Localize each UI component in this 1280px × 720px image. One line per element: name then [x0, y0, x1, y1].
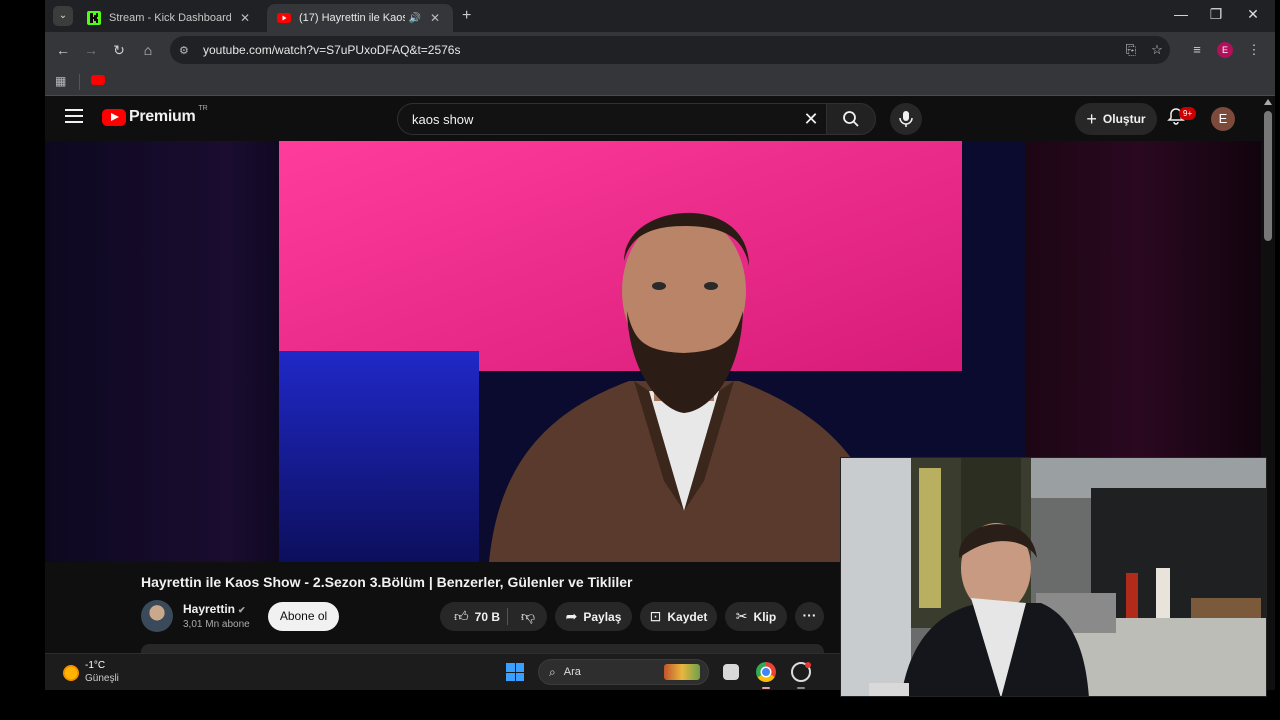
channel-avatar[interactable]: [141, 600, 173, 632]
youtube-premium-logo[interactable]: Premium TR: [102, 104, 208, 126]
back-icon[interactable]: ←: [53, 40, 73, 60]
tab-title: Stream - Kick Dashboard: [109, 12, 231, 24]
sun-icon[interactable]: [63, 665, 79, 681]
youtube-icon: [277, 13, 291, 23]
country-code: TR: [198, 104, 208, 112]
notification-dot: [805, 662, 811, 668]
tab-title: (17) Hayrettin ile Kaos Show: [299, 12, 405, 24]
search-query: kaos show: [412, 111, 474, 127]
verified-icon: ✔: [238, 605, 246, 615]
like-button[interactable]: 👍︎ 70 B: [448, 602, 506, 631]
weather-condition[interactable]: Güneşli: [85, 673, 119, 684]
share-icon: ➦: [565, 608, 578, 624]
video-title: Hayrettin ile Kaos Show - 2.Sezon 3.Bölü…: [141, 574, 633, 590]
media-control-icon[interactable]: ≡: [1187, 40, 1207, 60]
speaker-icon[interactable]: 🔊: [409, 13, 421, 24]
url-text: youtube.com/watch?v=S7uPUxoDFAQ&t=2576s: [203, 43, 461, 57]
browser-toolbar: ← → ↻ ⌂ ⚙ youtube.com/watch?v=S7uPUxoDFA…: [45, 32, 1275, 68]
webcam-overlay: [840, 457, 1267, 697]
tab-strip: ⌄ Stream - Kick Dashboard ✕ (17) Hayrett…: [45, 0, 1275, 32]
search-icon: [843, 111, 859, 127]
search-icon: ⌕: [549, 664, 556, 679]
more-actions-icon[interactable]: ···: [795, 602, 824, 631]
active-indicator: [762, 687, 770, 689]
notification-badge: 9+: [1179, 107, 1197, 120]
voice-search-button[interactable]: [890, 103, 922, 135]
close-icon[interactable]: ✕: [427, 11, 443, 25]
share-button[interactable]: ➦ Paylaş: [555, 602, 632, 631]
channel-name[interactable]: Hayrettin: [183, 602, 235, 616]
create-button[interactable]: + Oluştur: [1075, 103, 1157, 135]
hamburger-menu-icon[interactable]: [65, 109, 83, 127]
youtube-play-icon: [102, 108, 126, 126]
bookmark-icon: ⊡: [649, 608, 662, 624]
taskbar-search-label: Ara: [563, 666, 581, 678]
install-app-icon[interactable]: ⎘: [1121, 40, 1141, 60]
share-label: Paylaş: [583, 609, 622, 624]
window-close-icon[interactable]: ✕: [1235, 6, 1271, 23]
thumbs-down-icon: 👎︎: [520, 608, 536, 624]
desktop: ⌄ Stream - Kick Dashboard ✕ (17) Hayrett…: [0, 0, 1280, 720]
webcam-feed: [841, 458, 1266, 696]
subscribe-button[interactable]: Abone ol: [268, 602, 339, 631]
minimize-icon[interactable]: —: [1163, 6, 1199, 22]
file-explorer-icon[interactable]: [723, 664, 739, 680]
kick-icon: [87, 11, 101, 25]
dislike-button[interactable]: 👎︎: [512, 602, 544, 631]
clip-button[interactable]: ✂ Klip: [725, 602, 787, 631]
subscriber-count: 3,01 Mn abone: [183, 619, 250, 630]
home-icon[interactable]: ⌂: [138, 40, 158, 60]
bookmark-star-icon[interactable]: ☆: [1147, 40, 1167, 60]
clip-label: Klip: [753, 609, 777, 624]
menu-kebab-icon[interactable]: ⋮: [1244, 40, 1264, 60]
tab-kick-dashboard[interactable]: Stream - Kick Dashboard ✕: [77, 4, 263, 32]
scroll-up-arrow-icon[interactable]: [1264, 99, 1272, 105]
windows-taskbar: -1°C Güneşli ⌕ Ara: [45, 653, 840, 690]
logo-text: Premium: [129, 108, 196, 125]
tab-search-button[interactable]: ⌄: [53, 6, 73, 26]
save-button[interactable]: ⊡ Kaydet: [640, 602, 717, 631]
bookmarks-bar: ▦: [45, 68, 1275, 96]
account-avatar[interactable]: E: [1211, 107, 1235, 131]
site-info-icon[interactable]: ⚙: [179, 44, 197, 57]
thumbs-up-icon: 👍︎: [454, 608, 469, 624]
plus-icon: +: [1086, 108, 1097, 129]
forward-icon[interactable]: →: [81, 40, 101, 60]
chrome-icon[interactable]: [756, 662, 776, 682]
divider: [507, 608, 508, 625]
running-indicator: [797, 687, 805, 689]
youtube-bookmark-icon[interactable]: [91, 75, 105, 85]
windows-start-icon[interactable]: [506, 663, 524, 681]
temperature[interactable]: -1°C: [85, 660, 105, 671]
youtube-header: Premium TR kaos show ✕ + Oluştur 9+ E: [45, 97, 1275, 141]
taskbar-search[interactable]: ⌕ Ara: [538, 659, 709, 685]
search-input[interactable]: kaos show ✕: [397, 103, 826, 135]
scissors-icon: ✂: [735, 608, 748, 624]
divider: [79, 74, 80, 90]
new-tab-button[interactable]: +: [462, 6, 471, 26]
address-bar[interactable]: ⚙ youtube.com/watch?v=S7uPUxoDFAQ&t=2576…: [170, 36, 1170, 64]
create-label: Oluştur: [1102, 112, 1146, 126]
restore-icon[interactable]: ❐: [1198, 6, 1234, 23]
save-label: Kaydet: [667, 609, 708, 624]
search-highlight-image: [664, 664, 700, 680]
search-button[interactable]: [826, 103, 876, 135]
tab-youtube[interactable]: (17) Hayrettin ile Kaos Show 🔊 ✕: [267, 4, 453, 32]
profile-avatar[interactable]: E: [1217, 42, 1233, 58]
reload-icon[interactable]: ↻: [109, 40, 129, 60]
like-dislike-group: 👍︎ 70 B 👎︎: [440, 602, 547, 631]
microphone-icon: [899, 111, 913, 127]
close-icon[interactable]: ✕: [237, 11, 253, 25]
apps-grid-icon[interactable]: ▦: [55, 74, 66, 88]
like-count: 70 B: [474, 609, 500, 624]
scrollbar-thumb[interactable]: [1264, 111, 1272, 241]
clear-search-icon[interactable]: ✕: [796, 109, 826, 130]
steam-icon[interactable]: [791, 662, 811, 682]
channel-name-row[interactable]: Hayrettin ✔: [183, 602, 246, 616]
